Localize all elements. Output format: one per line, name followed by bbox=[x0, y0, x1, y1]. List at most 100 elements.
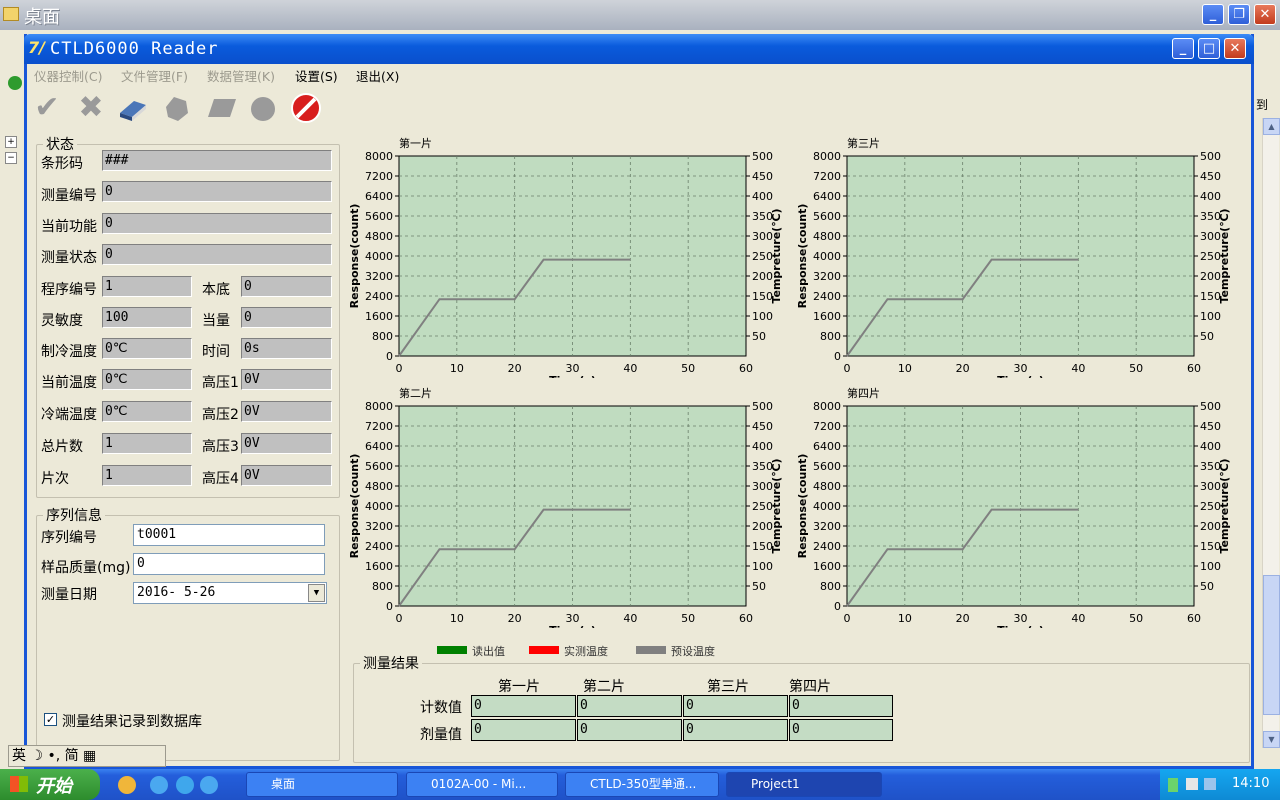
background-label: 本底 bbox=[202, 282, 230, 298]
x-tick-label: 50 bbox=[1129, 612, 1143, 625]
explorer-scrollbar[interactable]: ▲ ▼ bbox=[1262, 118, 1280, 748]
x-tick-label: 50 bbox=[681, 612, 695, 625]
maximize-button[interactable]: □ bbox=[1198, 38, 1220, 59]
result-col-3: 第三片 bbox=[707, 679, 749, 695]
folder-icon bbox=[3, 7, 19, 21]
chart-3: 第二片 0 10 20 30 40 50 60 0 800 1600 2400 3200 4000 4800… bbox=[345, 378, 783, 628]
explorer-goto-label[interactable]: 到 bbox=[1256, 96, 1268, 113]
y-tick-label: 1600 bbox=[813, 560, 841, 573]
measure-state-label: 测量状态 bbox=[41, 250, 97, 266]
y-tick-label: 1600 bbox=[813, 310, 841, 323]
y-tick-label: 3200 bbox=[813, 270, 841, 283]
start-button[interactable]: 开始 bbox=[0, 769, 100, 800]
y-axis-label: Response(count) bbox=[348, 204, 361, 309]
y-tick-label: 0 bbox=[834, 350, 841, 363]
x-tick-label: 50 bbox=[681, 362, 695, 375]
hv4-label: 高压4 bbox=[202, 471, 239, 487]
eraser-icon[interactable] bbox=[116, 91, 150, 125]
hand-icon[interactable] bbox=[160, 91, 194, 125]
browser-icon[interactable] bbox=[176, 776, 194, 794]
app-title: CTLD6000 Reader bbox=[50, 39, 219, 59]
y-tick-label: 4800 bbox=[813, 480, 841, 493]
volume-icon[interactable] bbox=[1204, 778, 1216, 790]
task-word-doc[interactable]: 0102A-00 - Mi... bbox=[406, 772, 558, 797]
chart-4: 第四片 0 10 20 30 40 50 60 0 800 1600 2400 3200 4000 4800… bbox=[793, 378, 1231, 628]
tree-expand-icon[interactable]: + bbox=[5, 136, 17, 148]
y-tick-label: 1600 bbox=[365, 310, 393, 323]
function-label: 当前功能 bbox=[41, 219, 97, 235]
tree-collapse-icon[interactable]: − bbox=[5, 152, 17, 164]
ime-toolbar[interactable]: 英 ☽ •, 简 ▦ bbox=[8, 745, 166, 767]
mass-input[interactable]: 0 bbox=[133, 553, 325, 575]
y-tick-label: 7200 bbox=[365, 420, 393, 433]
hv2-value: 0V bbox=[241, 401, 332, 422]
y-tick-label: 0 bbox=[386, 350, 393, 363]
quicklaunch-icon[interactable] bbox=[118, 776, 136, 794]
y2-tick-label: 500 bbox=[752, 150, 773, 163]
x-tick-label: 0 bbox=[396, 362, 403, 375]
y-tick-label: 5600 bbox=[813, 210, 841, 223]
plate-icon[interactable] bbox=[204, 91, 238, 125]
y-tick-label: 7200 bbox=[813, 170, 841, 183]
hv1-label: 高压1 bbox=[202, 375, 239, 391]
date-picker[interactable]: 2016- 5-26 ▼ bbox=[133, 582, 327, 604]
sensitivity-label: 灵敏度 bbox=[41, 313, 83, 329]
y-axis-label: Response(count) bbox=[796, 454, 809, 559]
network-icon[interactable] bbox=[1186, 778, 1198, 790]
y2-axis-label: Tempreture(℃) bbox=[1218, 458, 1231, 553]
scroll-thumb[interactable] bbox=[1263, 575, 1280, 715]
check-icon[interactable]: ✔ bbox=[30, 91, 64, 125]
scroll-up-icon[interactable]: ▲ bbox=[1263, 118, 1280, 135]
scroll-down-icon[interactable]: ▼ bbox=[1263, 731, 1280, 748]
back-icon[interactable] bbox=[8, 76, 22, 90]
charts-area: 第一片 0 10 20 30 40 50 60 0 800 1600 2400 3200 4000 4800… bbox=[345, 128, 1252, 640]
menu-instrument[interactable]: 仪器控制(C) bbox=[34, 66, 102, 85]
minimize-button[interactable]: _ bbox=[1172, 38, 1194, 59]
stop-icon[interactable] bbox=[289, 91, 323, 125]
explorer-minimize-button[interactable]: _ bbox=[1202, 4, 1224, 25]
count-value-3: 0 bbox=[683, 695, 788, 717]
y2-tick-label: 100 bbox=[1200, 560, 1221, 573]
serial-input[interactable]: t0001 bbox=[133, 524, 325, 546]
menu-file[interactable]: 文件管理(F) bbox=[121, 66, 188, 85]
x-tick-label: 20 bbox=[956, 362, 970, 375]
menu-exit[interactable]: 退出(X) bbox=[356, 66, 399, 85]
y-tick-label: 5600 bbox=[813, 460, 841, 473]
ime-text[interactable]: 英 ☽ •, 简 ▦ bbox=[12, 748, 96, 764]
menu-data[interactable]: 数据管理(K) bbox=[207, 66, 275, 85]
total-label: 总片数 bbox=[41, 439, 83, 455]
y2-tick-label: 450 bbox=[752, 170, 773, 183]
y-tick-label: 2400 bbox=[813, 290, 841, 303]
task-project1[interactable]: Project1 bbox=[726, 772, 882, 797]
explorer-close-button[interactable]: ✕ bbox=[1254, 4, 1276, 25]
task-ctld-doc[interactable]: CTLD-350型单通... bbox=[565, 772, 719, 797]
system-tray: 14:10 bbox=[1160, 769, 1280, 800]
chevron-down-icon[interactable]: ▼ bbox=[308, 584, 325, 602]
y2-tick-label: 100 bbox=[1200, 310, 1221, 323]
chart-title: 第一片 bbox=[399, 136, 432, 150]
x-tick-label: 60 bbox=[739, 362, 753, 375]
task-desktop[interactable]: 桌面 bbox=[246, 772, 398, 797]
explorer-maximize-button[interactable]: ❐ bbox=[1228, 4, 1250, 25]
ie2-icon[interactable] bbox=[200, 776, 218, 794]
y-tick-label: 0 bbox=[386, 600, 393, 613]
db-checkbox[interactable]: ✓ bbox=[44, 713, 57, 726]
y2-tick-label: 400 bbox=[1200, 190, 1221, 203]
hv3-label: 高压3 bbox=[202, 439, 239, 455]
y-tick-label: 800 bbox=[372, 580, 393, 593]
equivalent-value: 0 bbox=[241, 307, 332, 328]
y-tick-label: 3200 bbox=[813, 520, 841, 533]
gear-icon[interactable] bbox=[246, 91, 280, 125]
battery-icon[interactable] bbox=[1168, 778, 1178, 792]
close-button[interactable]: ✕ bbox=[1224, 38, 1246, 59]
y-tick-label: 3200 bbox=[365, 270, 393, 283]
y-tick-label: 800 bbox=[372, 330, 393, 343]
db-checkbox-label[interactable]: 测量结果记录到数据库 bbox=[62, 711, 202, 731]
cross-icon[interactable]: ✖ bbox=[74, 91, 108, 125]
ie-icon[interactable] bbox=[150, 776, 168, 794]
equivalent-label: 当量 bbox=[202, 313, 230, 329]
y-tick-label: 5600 bbox=[365, 210, 393, 223]
x-tick-label: 0 bbox=[396, 612, 403, 625]
menu-settings[interactable]: 设置(S) bbox=[295, 66, 338, 85]
y-tick-label: 6400 bbox=[813, 190, 841, 203]
